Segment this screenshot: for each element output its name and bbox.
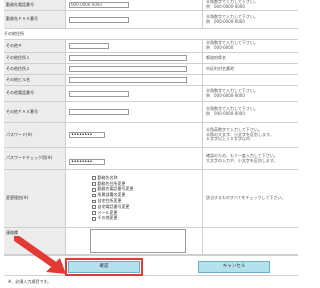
- form-row-password-check: パスワードチェック用(※) •••••••• 確認のため、もう一度入力して下さい…: [4, 148, 298, 170]
- footnote: ※、必須入力項目です。: [8, 279, 51, 284]
- form-row-other-building: その他ビル名: [4, 75, 298, 86]
- checkbox-icon[interactable]: [92, 188, 96, 192]
- checkbox-icon[interactable]: [92, 211, 96, 215]
- checkbox-icon[interactable]: [92, 199, 96, 204]
- checkbox-icon[interactable]: [92, 182, 96, 186]
- field-label: 勤務先電話番号: [4, 0, 66, 10]
- cancel-button[interactable]: キャンセル: [198, 261, 270, 273]
- checkbox-icon[interactable]: [92, 217, 96, 221]
- form-row-other-address2: その他住所２ 市区町村名番地: [4, 64, 298, 75]
- confirm-button[interactable]: 確認: [65, 258, 143, 276]
- field-label: その他ビル名: [4, 75, 66, 85]
- work-phone-input[interactable]: 000-0000-0000: [69, 2, 129, 8]
- field-label: その他住所２: [4, 64, 66, 74]
- other-building-input[interactable]: [69, 77, 187, 83]
- field-label: その他〒: [4, 40, 66, 52]
- other-phone-input[interactable]: [69, 90, 129, 97]
- form-row-other-phone: その他電話番号 半角数字で入力して下さい。例 000-0000-0000: [4, 86, 298, 102]
- other-zip-input[interactable]: [69, 43, 109, 49]
- section-title-other-address: その他住所: [4, 31, 24, 36]
- form-row-work-fax: 勤務先ＦＡＸ番号 半角数字で入力して下さい。例 000-0000-0000: [4, 11, 298, 29]
- other-fax-input[interactable]: [69, 109, 129, 115]
- checkbox-icon[interactable]: [92, 205, 96, 209]
- checkbox-option[interactable]: 勤務先名称: [92, 175, 199, 181]
- checkbox-icon[interactable]: [92, 176, 96, 180]
- field-label: その他ＦＡＸ番号: [4, 102, 66, 122]
- form-row-change-type: 変更理由(※) 勤務先名称 勤務先住所変更 勤務先電話番号変更 所属部署名変更 …: [4, 170, 298, 228]
- form-row-other-address1: その他住所１ 都道府県名: [4, 53, 298, 64]
- password-check-input[interactable]: ••••••••: [69, 158, 105, 165]
- field-label: 勤務先ＦＡＸ番号: [4, 11, 66, 28]
- checkbox-option[interactable]: その他変更: [92, 216, 199, 221]
- other-address2-input[interactable]: [69, 66, 187, 72]
- form-row-other-zip: その他〒 半角数字で入力して下さい。例 000-0000: [4, 39, 298, 53]
- checkbox-icon[interactable]: [92, 193, 96, 198]
- field-label: その他住所１: [4, 53, 66, 63]
- pointer-arrow-icon: [14, 236, 66, 274]
- field-label: その他電話番号: [4, 86, 66, 101]
- field-label: パスワード(※): [4, 123, 66, 147]
- field-label: 変更理由(※): [4, 170, 66, 227]
- field-label: パスワードチェック用(※): [4, 148, 66, 169]
- form-row-other-fax: その他ＦＡＸ番号 半角数字で入力して下さい。例 000-0000-0000: [4, 102, 298, 123]
- work-fax-input[interactable]: [69, 16, 129, 23]
- form-row-work-phone: 勤務先電話番号 000-0000-0000 半角数字で入力して下さい。例 000…: [4, 0, 298, 11]
- other-address1-input[interactable]: [69, 55, 187, 61]
- checkbox-option[interactable]: 自宅電話番号変更: [92, 204, 199, 210]
- remarks-textarea[interactable]: [90, 229, 186, 253]
- form-row-password: パスワード(※) •••••••• 半角英数字で入力して下さい。 半角の大文字、小…: [4, 123, 298, 148]
- password-input[interactable]: ••••••••: [69, 132, 105, 138]
